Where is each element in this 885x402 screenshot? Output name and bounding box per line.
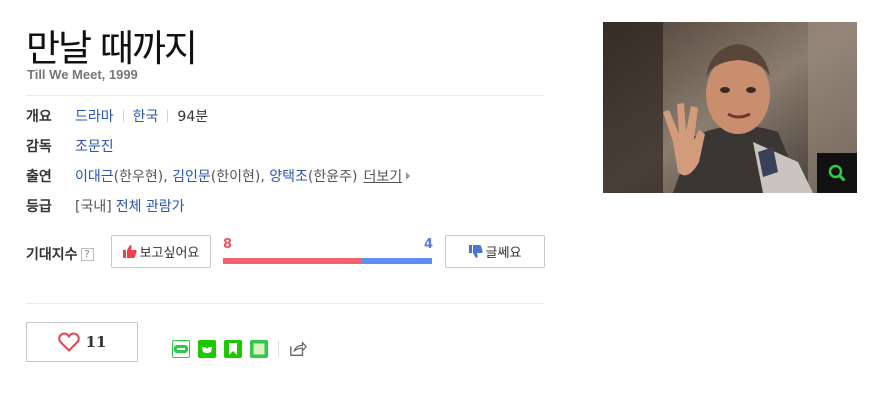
dislike-count: 4 — [424, 237, 434, 252]
divider — [26, 303, 545, 304]
separator — [278, 341, 279, 357]
separator — [167, 110, 169, 122]
expectation-bar-dislike — [362, 258, 432, 264]
overview-row: 개요 드라마 한국 94분 — [26, 106, 208, 126]
separator — [122, 110, 124, 122]
rating-link[interactable]: 전체 관람가 — [116, 196, 185, 216]
expectation-label-group: 기대지수 ? — [26, 244, 94, 264]
bookmark-icon[interactable] — [224, 340, 242, 358]
expectation-label: 기대지수 — [26, 247, 78, 263]
cast-actor-link[interactable]: 양택조 — [269, 166, 308, 186]
director-label: 감독 — [26, 139, 52, 155]
cast-actor-link[interactable]: 이대근 — [75, 166, 114, 186]
movie-still-image[interactable] — [603, 22, 857, 193]
search-icon — [828, 164, 846, 182]
like-count-total: 11 — [85, 333, 107, 351]
rating-label: 등급 — [26, 199, 52, 215]
chevron-right-icon — [406, 172, 411, 180]
heart-icon — [57, 332, 80, 352]
thumbs-up-icon — [122, 245, 137, 258]
cast-role: (한우현), — [113, 169, 173, 185]
divider — [26, 95, 545, 96]
cast-label: 출연 — [26, 169, 52, 185]
page-title: 만날 때까지 — [26, 27, 198, 70]
genre-link[interactable]: 드라마 — [75, 106, 114, 126]
share-icon[interactable] — [289, 340, 307, 358]
expectation-bar — [223, 258, 432, 264]
director-link[interactable]: 조문진 — [75, 136, 114, 156]
overview-label: 개요 — [26, 109, 52, 125]
not-sure-label: 글쎄요 — [485, 246, 522, 261]
cast-actor-link[interactable]: 김인문 — [172, 166, 211, 186]
country-link[interactable]: 한국 — [133, 106, 159, 126]
thumbs-down-icon — [468, 245, 483, 258]
want-to-see-button[interactable]: 보고싶어요 — [111, 235, 211, 268]
share-bar — [172, 340, 315, 358]
memo-icon[interactable] — [250, 340, 268, 358]
zoom-button[interactable] — [817, 153, 857, 193]
blog-icon[interactable] — [172, 340, 190, 358]
rating-prefix: [국내] — [75, 199, 112, 215]
help-icon[interactable]: ? — [80, 247, 94, 261]
director-row: 감독 조문진 — [26, 136, 114, 156]
cast-row: 출연 이대근 (한우현), 김인문 (한이현), 양택조 (한윤주) 더보기 — [26, 166, 411, 186]
like-count: 8 — [223, 237, 233, 252]
like-button[interactable]: 11 — [26, 322, 138, 362]
cast-role: (한윤주) — [307, 169, 358, 185]
not-sure-button[interactable]: 글쎄요 — [445, 235, 545, 268]
rating-row: 등급 [국내] 전체 관람가 — [26, 196, 185, 216]
cast-role: (한이현), — [210, 169, 270, 185]
want-to-see-label: 보고싶어요 — [139, 246, 200, 261]
runtime: 94분 — [177, 109, 209, 125]
expectation-bar-like — [223, 258, 363, 264]
more-cast-link[interactable]: 더보기 — [363, 166, 402, 186]
original-title: Till We Meet, 1999 — [27, 67, 138, 82]
cafe-icon[interactable] — [198, 340, 216, 358]
